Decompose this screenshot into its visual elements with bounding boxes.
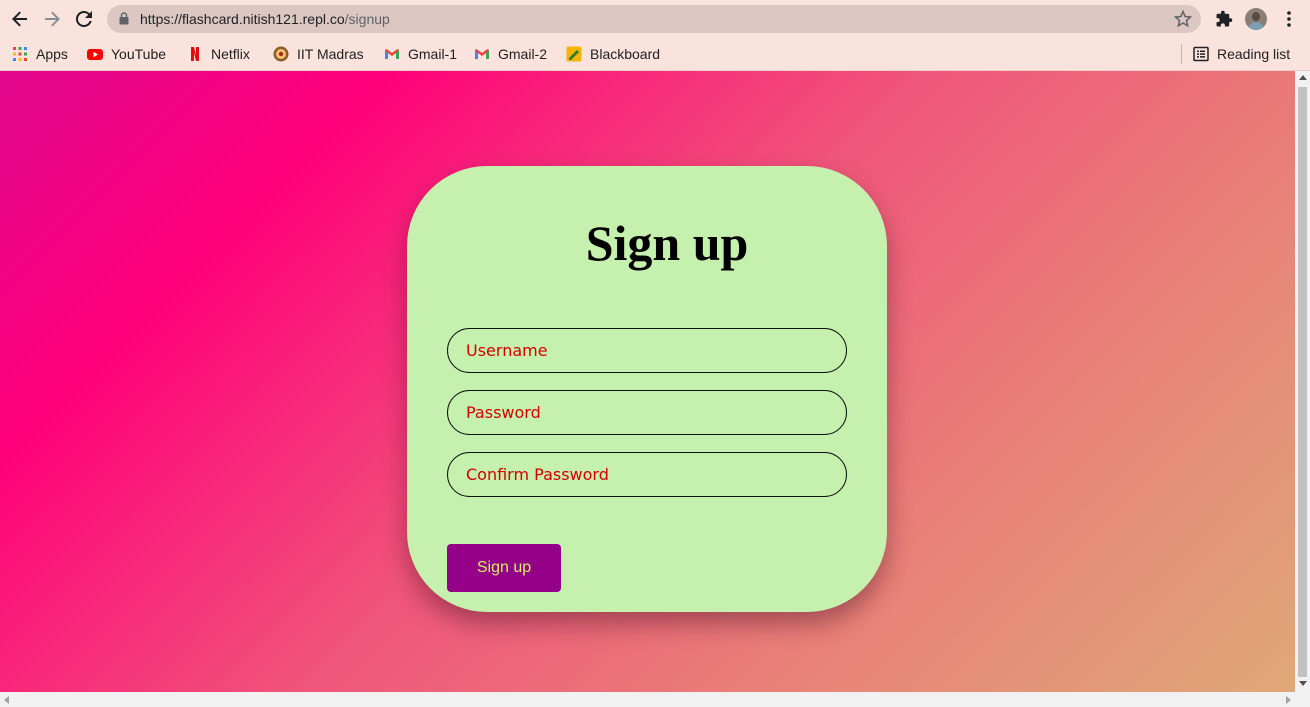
- kebab-menu-icon: [1287, 11, 1291, 27]
- scroll-left-icon[interactable]: [4, 696, 9, 704]
- username-input[interactable]: [448, 329, 846, 372]
- password-input[interactable]: [448, 391, 846, 434]
- bookmark-blackboard[interactable]: Blackboard: [566, 44, 660, 64]
- bookmark-label: IIT Madras: [297, 46, 364, 62]
- scroll-up-icon[interactable]: [1299, 75, 1307, 80]
- scrollbar-thumb[interactable]: [1298, 87, 1307, 677]
- bookmark-label: Gmail-1: [408, 46, 458, 62]
- lock-icon: [119, 12, 129, 25]
- iit-madras-icon: [273, 46, 289, 62]
- address-bar[interactable]: https://flashcard.nitish121.repl.co/sign…: [107, 5, 1201, 33]
- scroll-down-icon[interactable]: [1299, 681, 1307, 686]
- url-text: https://flashcard.nitish121.repl.co/sign…: [140, 11, 390, 27]
- reload-button[interactable]: [72, 7, 96, 31]
- bookmark-gmail-1[interactable]: Gmail-1: [384, 44, 457, 64]
- back-arrow-icon: [12, 11, 27, 27]
- bookmark-iit-madras[interactable]: IIT Madras: [273, 44, 364, 64]
- bookmarks-bar: Apps YouTube Netflix IIT Madras Gmail-1 …: [0, 38, 1310, 71]
- avatar: [1245, 8, 1267, 30]
- bookmark-label: Gmail-2: [498, 46, 548, 62]
- profile-button[interactable]: [1244, 7, 1268, 31]
- reading-list-button[interactable]: Reading list: [1193, 44, 1290, 64]
- bookmark-apps[interactable]: Apps: [12, 44, 68, 64]
- horizontal-scrollbar[interactable]: [0, 692, 1310, 707]
- vertical-scrollbar[interactable]: [1295, 71, 1310, 692]
- gmail-icon: [474, 46, 490, 62]
- bookmark-youtube[interactable]: YouTube: [87, 44, 166, 64]
- bookmarks-separator: [1181, 44, 1182, 64]
- gmail-icon: [384, 46, 400, 62]
- netflix-icon: [187, 46, 203, 62]
- reload-icon: [75, 10, 92, 27]
- blackboard-icon: [566, 46, 582, 62]
- browser-toolbar: https://flashcard.nitish121.repl.co/sign…: [0, 0, 1310, 38]
- apps-grid-icon: [12, 46, 28, 62]
- signup-button[interactable]: Sign up: [447, 544, 561, 592]
- url-host: https://flashcard.nitish121.repl.co: [140, 11, 345, 27]
- reading-list-icon: [1193, 46, 1209, 62]
- forward-button[interactable]: [40, 7, 64, 31]
- username-field[interactable]: [447, 328, 847, 373]
- password-field[interactable]: [447, 390, 847, 435]
- bookmark-star-icon[interactable]: [1174, 10, 1192, 28]
- bookmark-label: YouTube: [111, 46, 167, 62]
- back-button[interactable]: [8, 7, 32, 31]
- reading-list-label: Reading list: [1217, 46, 1291, 62]
- bookmark-label: Netflix: [211, 46, 250, 62]
- scroll-right-icon[interactable]: [1286, 696, 1291, 704]
- bookmark-netflix[interactable]: Netflix: [187, 44, 250, 64]
- page-viewport: Sign up Sign up: [0, 71, 1295, 692]
- forward-arrow-icon: [45, 11, 60, 27]
- bookmark-label: Apps: [36, 46, 68, 62]
- confirm-password-input[interactable]: [448, 453, 846, 496]
- extensions-button[interactable]: [1212, 7, 1236, 31]
- puzzle-piece-icon: [1216, 10, 1233, 27]
- youtube-icon: [87, 46, 103, 62]
- signup-card: Sign up Sign up: [407, 166, 887, 612]
- page-title: Sign up: [585, 215, 749, 271]
- menu-button[interactable]: [1277, 7, 1301, 31]
- confirm-password-field[interactable]: [447, 452, 847, 497]
- url-path: /signup: [344, 11, 390, 27]
- bookmark-gmail-2[interactable]: Gmail-2: [474, 44, 547, 64]
- bookmark-label: Blackboard: [590, 46, 661, 62]
